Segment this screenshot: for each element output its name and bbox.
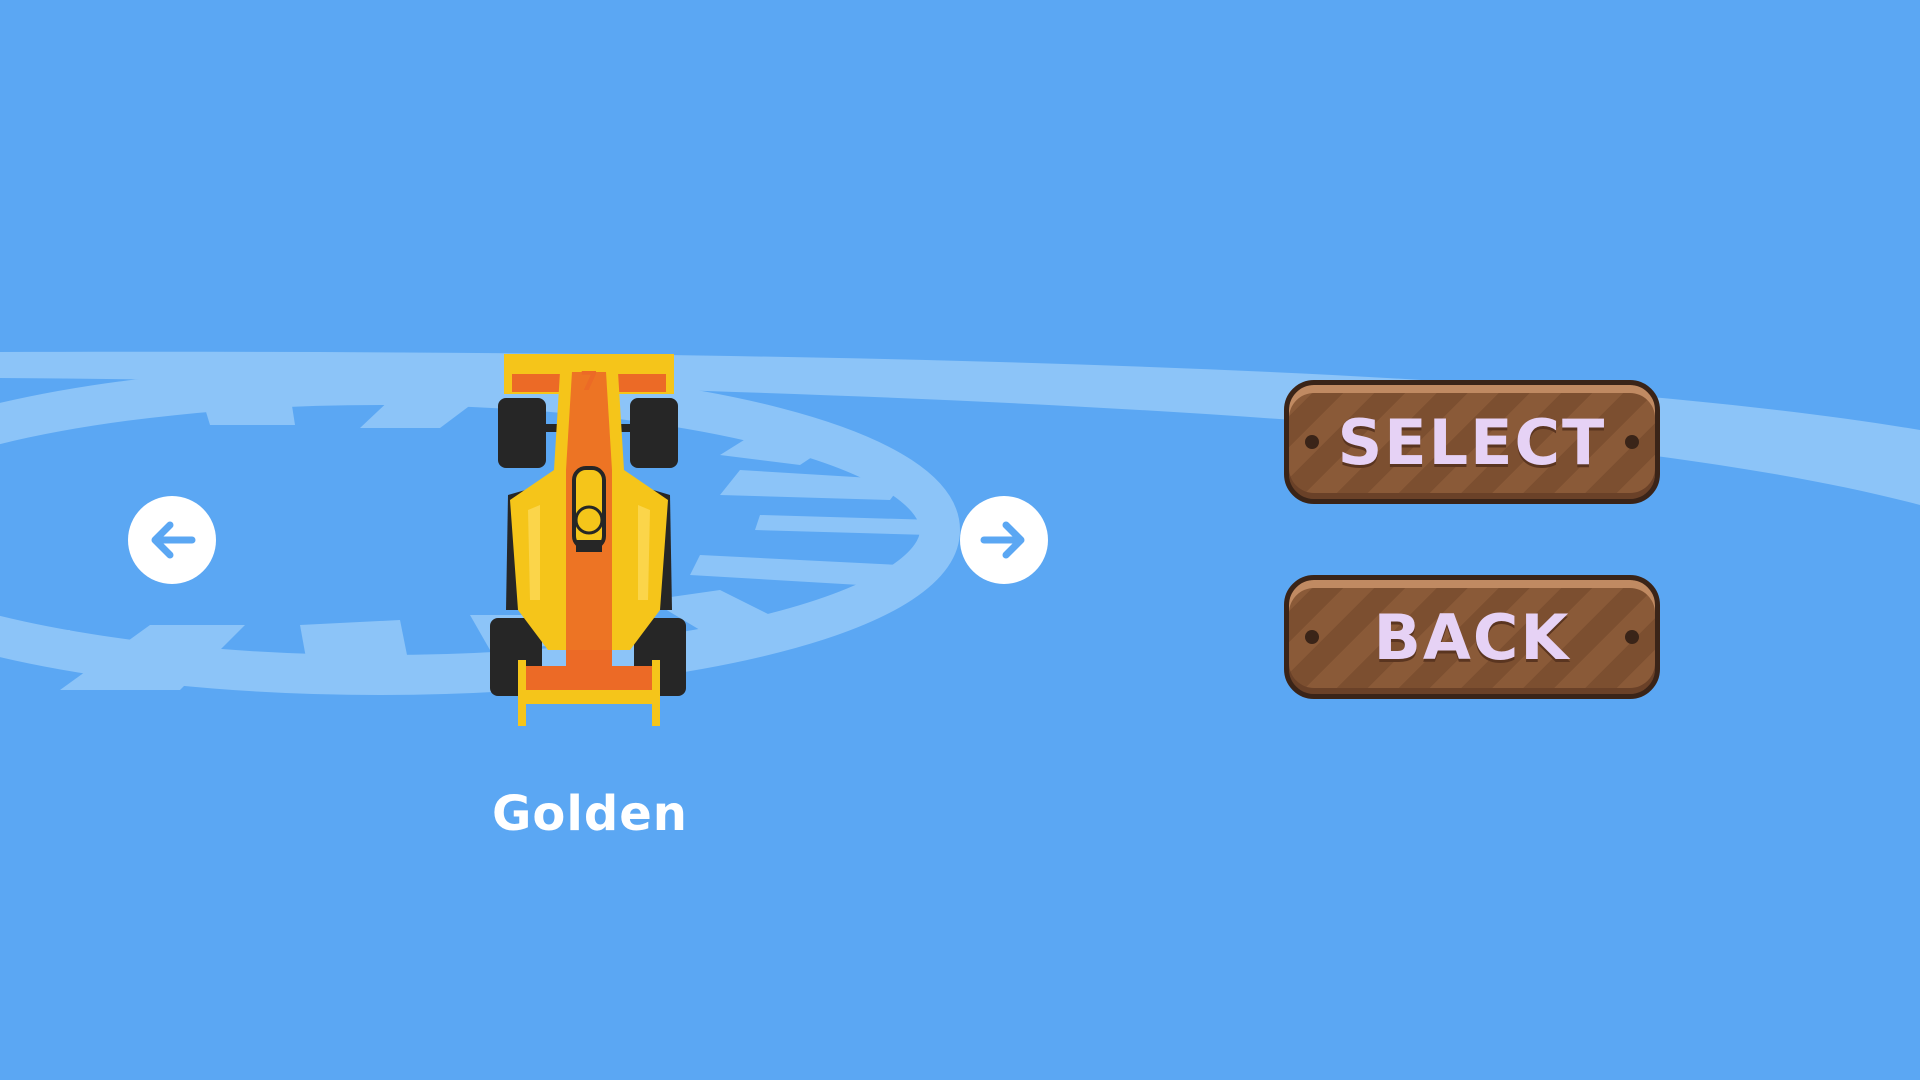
prev-car-button[interactable]	[128, 496, 216, 584]
select-button[interactable]: SELECT	[1284, 380, 1660, 504]
arrow-left-icon	[151, 521, 196, 559]
bolt-icon	[1305, 435, 1319, 449]
back-button-label: BACK	[1373, 600, 1571, 674]
car-name-label: Golden	[492, 786, 688, 842]
back-button[interactable]: BACK	[1284, 575, 1660, 699]
car-number: 7	[580, 367, 598, 397]
arrow-right-icon	[980, 521, 1025, 559]
bolt-icon	[1625, 630, 1639, 644]
bolt-icon	[1305, 630, 1319, 644]
next-car-button[interactable]	[960, 496, 1048, 584]
select-button-label: SELECT	[1337, 405, 1607, 479]
bolt-icon	[1625, 435, 1639, 449]
race-car: 7	[490, 354, 686, 726]
